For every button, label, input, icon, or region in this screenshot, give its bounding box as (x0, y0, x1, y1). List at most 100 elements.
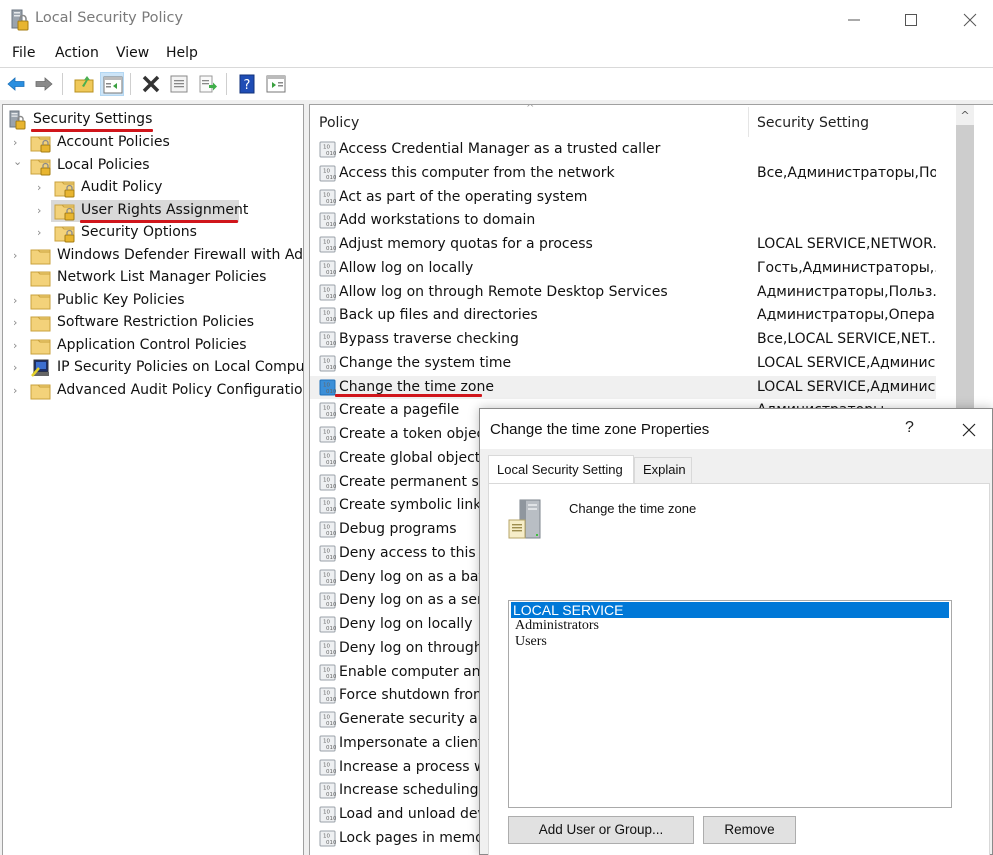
tree-item-network-list-manager-policies[interactable]: Network List Manager Policies (3, 267, 303, 289)
tree-label: Software Restriction Policies (57, 314, 255, 330)
close-button[interactable] (950, 8, 990, 32)
tree-item-local-policies[interactable]: ⌄ Local Policies (3, 155, 303, 177)
folder-icon (30, 271, 51, 287)
policy-name: Increase scheduling p (339, 782, 492, 799)
show-action-pane-button[interactable] (264, 72, 288, 96)
column-header-policy[interactable]: Policy (319, 115, 359, 131)
tree-item-software-restriction-policies[interactable]: › Software Restriction Policies (3, 312, 303, 334)
svg-text:010: 010 (326, 792, 336, 798)
policy-row[interactable]: 10 010 Bypass traverse checking Все,LOCAL S… (310, 328, 940, 351)
policy-row[interactable]: 10 010 Access Credential Manager as a trus… (310, 138, 936, 161)
svg-text:10: 10 (323, 287, 330, 293)
chevron-right-icon[interactable]: › (13, 361, 23, 374)
chevron-right-icon[interactable]: › (13, 384, 23, 397)
policy-icon: 10010 (319, 236, 336, 253)
tree-item-ip-security-policies-on-local-computer[interactable]: › IP Security Policies on Local Computer (3, 357, 303, 379)
add-user-or-group-button[interactable]: Add User or Group... (508, 816, 694, 844)
svg-text:10: 10 (323, 620, 330, 626)
policy-name: Create a token object (339, 426, 490, 442)
policy-row[interactable]: 10 010 Allow log on through Remote Desktop… (310, 281, 946, 304)
tree-label: Account Policies (57, 134, 170, 150)
svg-text:10: 10 (323, 192, 330, 198)
svg-text:10: 10 (323, 643, 330, 649)
policy-name: Allow log on through Remote Desktop Serv… (339, 283, 668, 300)
svg-text:010: 010 (326, 579, 336, 585)
chevron-right-icon[interactable]: › (13, 249, 23, 262)
svg-text:010: 010 (326, 745, 336, 751)
chevron-right-icon[interactable]: › (37, 204, 47, 217)
policy-name: Deny log on locally (339, 616, 473, 632)
policy-icon: 10010 (319, 284, 336, 300)
folder-icon (30, 294, 51, 309)
sort-ascending-icon: ^ (526, 104, 535, 114)
svg-text:010: 010 (326, 531, 336, 537)
policy-row[interactable]: 10 010 Adjust memory quotas for a process L… (310, 233, 946, 256)
policy-row[interactable]: 10 010 Back up files and directories Админи… (310, 304, 948, 327)
policy-name: Debug programs (339, 521, 457, 537)
tab-explain[interactable]: Explain (634, 457, 692, 483)
member-item[interactable]: LOCAL SERVICE (511, 602, 949, 618)
export-list-button[interactable] (196, 72, 220, 96)
dialog-close-icon[interactable] (961, 422, 977, 438)
policy-icon: 10010 (319, 640, 336, 657)
svg-text:010: 010 (326, 602, 336, 608)
chevron-right-icon[interactable]: › (37, 181, 47, 194)
tree-item-account-policies[interactable]: › Account Policies (3, 132, 303, 154)
member-item[interactable]: Users (511, 634, 949, 650)
policy-row[interactable]: 10 010 Change the system time LOCAL SERVICE… (310, 352, 949, 375)
chevron-right-icon[interactable]: › (13, 136, 23, 149)
policy-row[interactable]: 10 010 Act as part of the operating system (310, 186, 936, 209)
member-item[interactable]: Administrators (511, 618, 949, 634)
tree-item-windows-defender-firewall-with-advai[interactable]: › Windows Defender Firewall with Advai (3, 245, 303, 267)
up-one-level-button[interactable] (72, 72, 96, 96)
menu-help[interactable]: Help (166, 45, 198, 61)
policy-icon: 10010 (319, 759, 336, 775)
forward-button[interactable] (32, 72, 56, 96)
dialog-help-button[interactable]: ? (905, 419, 914, 437)
delete-button[interactable] (139, 72, 163, 96)
delete-icon (142, 75, 160, 93)
tree-item-audit-policy[interactable]: › Audit Policy (3, 177, 303, 199)
help-button[interactable]: ? (235, 72, 259, 96)
chevron-down-icon[interactable]: ⌄ (13, 155, 23, 168)
show-hide-console-tree-button[interactable] (100, 72, 124, 96)
tree-root-security-settings[interactable]: Security Settings (3, 109, 303, 131)
scroll-up-button[interactable]: ^ (956, 105, 974, 125)
column-divider[interactable] (748, 107, 749, 137)
tree-item-security-options[interactable]: › Security Options (3, 222, 303, 244)
remove-button[interactable]: Remove (703, 816, 796, 844)
chevron-right-icon[interactable]: › (13, 339, 23, 352)
tree-label: IP Security Policies on Local Computer (57, 359, 304, 375)
menu-view[interactable]: View (116, 45, 149, 61)
chevron-right-icon[interactable]: › (37, 226, 47, 239)
tree-item-public-key-policies[interactable]: › Public Key Policies (3, 290, 303, 312)
policy-row[interactable]: 10 010 Access this computer from the netwo… (310, 162, 951, 185)
svg-text:10: 10 (323, 168, 330, 174)
column-header-security-setting[interactable]: Security Setting (757, 115, 869, 131)
menu-file[interactable]: File (12, 45, 35, 61)
properties-button[interactable] (167, 72, 191, 96)
back-button[interactable] (4, 72, 28, 96)
policy-security-setting: Администраторы,Польз... (757, 283, 946, 300)
chevron-right-icon[interactable]: › (13, 294, 23, 307)
menu-action[interactable]: Action (55, 45, 99, 61)
svg-text:010: 010 (326, 341, 336, 347)
policy-security-setting: LOCAL SERVICE,NETWOR... (757, 236, 946, 252)
close-icon (963, 13, 977, 27)
policy-row[interactable]: 10 010 Allow log on locally Гость,Администр… (310, 257, 948, 280)
members-listbox[interactable]: LOCAL SERVICE Administrators Users (508, 600, 952, 808)
policy-icon: 10010 (319, 474, 336, 490)
minimize-button[interactable] (834, 8, 874, 32)
policy-name: Create permanent sha (339, 473, 497, 490)
tab-page-local-security-setting: Change the time zone LOCAL SERVICE Admini… (488, 483, 990, 855)
svg-text:10: 10 (323, 810, 330, 816)
policy-icon: 10010 (319, 141, 336, 158)
chevron-right-icon[interactable]: › (13, 316, 23, 329)
policy-row[interactable]: 10 010 Add workstations to domain (310, 209, 936, 232)
tab-local-security-setting[interactable]: Local Security Setting (488, 455, 634, 484)
tree-item-advanced-audit-policy-configuration[interactable]: › Advanced Audit Policy Configuration (3, 380, 303, 402)
tree-item-application-control-policies[interactable]: › Application Control Policies (3, 335, 303, 357)
tree-item-user-rights-assignment[interactable]: › User Rights Assignment (3, 199, 303, 222)
tree-label: Local Policies (57, 156, 150, 173)
maximize-button[interactable] (891, 8, 931, 32)
